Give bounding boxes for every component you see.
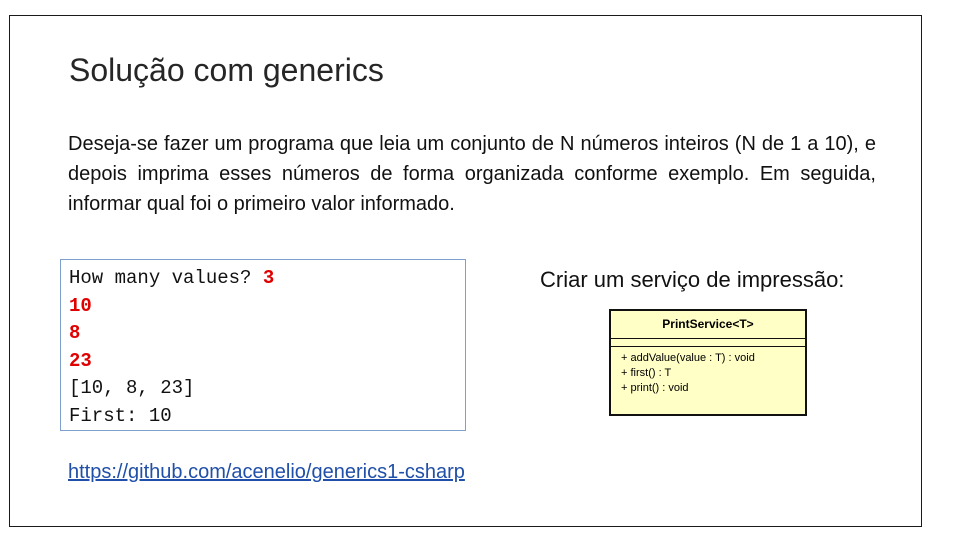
slide-title: Solução com generics bbox=[69, 52, 384, 88]
console-input-line: 10 bbox=[69, 294, 92, 317]
uml-attributes-compartment bbox=[611, 339, 805, 347]
uml-operation: + first() : T bbox=[621, 367, 672, 379]
console-example: How many values? 3 10 8 23 [10, 8, 23] F… bbox=[60, 259, 466, 431]
uml-operation: + addValue(value : T) : void bbox=[621, 352, 755, 364]
console-input-line: 23 bbox=[69, 349, 92, 372]
console-prompt: How many values? bbox=[69, 267, 263, 289]
uml-class-name: PrintService<T> bbox=[611, 311, 805, 339]
github-link[interactable]: https://github.com/acenelio/generics1-cs… bbox=[68, 461, 465, 484]
console-first-output: First: 10 bbox=[69, 404, 172, 427]
problem-description: Deseja-se fazer um programa que leia um … bbox=[68, 133, 876, 215]
console-prompt-line: How many values? 3 bbox=[69, 265, 457, 293]
console-list-output: [10, 8, 23] bbox=[69, 377, 195, 399]
service-caption: Criar um serviço de impressão: bbox=[540, 267, 845, 292]
uml-operation: + print() : void bbox=[621, 382, 689, 394]
uml-operations-compartment: + addValue(value : T) : void + first() :… bbox=[611, 347, 805, 396]
console-count-input: 3 bbox=[262, 267, 275, 289]
console-input-line: 8 bbox=[69, 322, 81, 344]
uml-class-box: PrintService<T> + addValue(value : T) : … bbox=[609, 309, 807, 416]
